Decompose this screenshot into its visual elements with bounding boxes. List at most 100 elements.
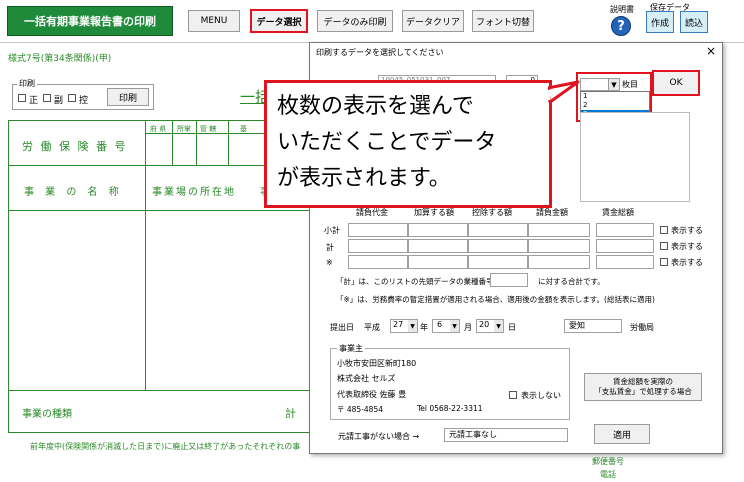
help-icon[interactable]: ? <box>611 16 631 36</box>
note-cell-1[interactable] <box>348 255 408 269</box>
year-value: 27 <box>393 320 404 329</box>
show-total-checkbox[interactable] <box>660 242 668 250</box>
subtotal-cell-4[interactable] <box>528 223 590 237</box>
main-title-button[interactable]: 一括有期事業報告書の印刷 <box>7 6 173 36</box>
data-list-box[interactable] <box>580 112 690 202</box>
ok-button[interactable]: OK <box>652 70 700 96</box>
year-select[interactable]: 27 ▼ <box>390 319 418 333</box>
callout-line-3: が表示されます。 <box>277 166 451 191</box>
labor-number-label: 労 働 保 険 番 号 <box>22 140 128 153</box>
show-note-checkbox[interactable] <box>660 258 668 266</box>
data-select-button[interactable]: データ選択 <box>250 9 308 33</box>
total-cell-1[interactable] <box>348 239 408 253</box>
toolbar: 一括有期事業報告書の印刷 MENU データ選択 データのみ印刷 データクリア フ… <box>0 0 744 42</box>
callout-pointer <box>548 80 580 104</box>
total-cell-4[interactable] <box>528 239 590 253</box>
col-header-2: 加算する額 <box>414 208 454 217</box>
note-cell-2[interactable] <box>408 255 468 269</box>
check-sei[interactable] <box>18 94 26 102</box>
show-total-label: 表示する <box>671 242 703 251</box>
wage-button-line1: 賃金総額を実際の <box>613 377 673 386</box>
data-only-print-button[interactable]: データのみ印刷 <box>317 10 393 32</box>
employer-tel: Tel 0568-22-3311 <box>417 404 483 413</box>
note-kei-prefix: 「計」は、このリストの先頭データの業種番号 <box>336 277 494 286</box>
day-select[interactable]: 20 ▼ <box>476 319 504 333</box>
labor-col-2 <box>172 120 173 165</box>
month-select[interactable]: 6 ▼ <box>432 319 460 333</box>
form-row-line-4 <box>8 432 313 433</box>
month-chevron-down-icon[interactable]: ▼ <box>450 320 459 332</box>
form-total-label: 計 <box>285 407 296 420</box>
bottom-right-tel: 電話 <box>600 470 616 479</box>
year-chevron-down-icon[interactable]: ▼ <box>408 320 417 332</box>
no-prime-value: 元請工事なし <box>449 430 497 439</box>
bureau-suffix: 労働局 <box>630 323 654 332</box>
row-subtotal-label: 小計 <box>324 226 340 235</box>
check-fuku-label: 副 <box>54 96 64 106</box>
subtotal-cell-5[interactable] <box>596 223 654 237</box>
dialog-close-button[interactable]: × <box>706 44 716 58</box>
note-cell-5[interactable] <box>596 255 654 269</box>
menu-button[interactable]: MENU <box>188 10 240 32</box>
hide-employer-label: 表示しない <box>521 391 561 400</box>
wage-total-button[interactable]: 賃金総額を実際の 「支払賃金」で処理する場合 <box>584 373 702 401</box>
no-prime-field[interactable]: 元請工事なし <box>444 428 568 442</box>
help-label: 説明書 <box>610 5 634 14</box>
check-fuku[interactable] <box>43 94 51 102</box>
employer-company: 株式会社 セルズ <box>337 374 396 383</box>
total-cell-3[interactable] <box>468 239 528 253</box>
show-subtotal-checkbox[interactable] <box>660 226 668 234</box>
bureau-value: 愛知 <box>569 321 585 330</box>
form-footer-note: 前年度中(保険関係が消滅した日まで)に廃止又は終了があったそれぞれの事 <box>30 442 301 451</box>
month-suffix: 月 <box>464 323 472 332</box>
note-kei-suffix: に対する合計です。 <box>538 277 605 286</box>
hide-employer-checkbox[interactable] <box>509 391 517 399</box>
show-note-label: 表示する <box>671 258 703 267</box>
col-header-5: 賃金総額 <box>602 208 634 217</box>
apply-button[interactable]: 適用 <box>594 424 650 444</box>
callout-box: 枚数の表示を選んで いただくことでデータ が表示されます。 <box>264 80 552 208</box>
submit-date-label: 提出日 <box>330 323 354 332</box>
note-kome: 「※」は、労務費率の暫定措置が適用される場合、適用後の金額を表示します。(総括表… <box>336 295 655 304</box>
dialog-title: 印刷するデータを選択してください <box>316 48 444 57</box>
no-prime-label: 元請工事がない場合 → <box>338 432 420 441</box>
bureau-field[interactable]: 愛知 <box>564 319 622 333</box>
bottom-right-zip: 郵便番号 <box>592 457 624 466</box>
era-label: 平成 <box>364 323 380 332</box>
subtotal-cell-1[interactable] <box>348 223 408 237</box>
day-value: 20 <box>479 320 490 329</box>
employer-group-label: 事業主 <box>337 343 365 354</box>
jigyo-kind-label: 事業の種類 <box>22 409 72 420</box>
print-button[interactable]: 印刷 <box>107 88 149 106</box>
total-cell-5[interactable] <box>596 239 654 253</box>
create-button[interactable]: 作成 <box>646 11 674 33</box>
day-chevron-down-icon[interactable]: ▼ <box>494 320 503 332</box>
month-value: 6 <box>437 320 443 329</box>
subtotal-cell-2[interactable] <box>408 223 468 237</box>
load-button[interactable]: 読込 <box>680 11 708 33</box>
row-total-label: 計 <box>326 243 334 252</box>
year-suffix: 年 <box>420 323 428 332</box>
industry-number-field[interactable] <box>490 273 528 287</box>
form-col-line-1 <box>145 120 146 390</box>
font-switch-button[interactable]: フォント切替 <box>472 10 534 32</box>
show-subtotal-label: 表示する <box>671 226 703 235</box>
note-cell-4[interactable] <box>528 255 590 269</box>
form-border-left <box>8 120 9 432</box>
employer-addr: 小牧市安田区新町180 <box>337 359 417 368</box>
check-hikae[interactable] <box>68 94 76 102</box>
data-clear-button[interactable]: データクリア <box>402 10 464 32</box>
total-cell-2[interactable] <box>408 239 468 253</box>
jigyo-addr-label: 事業場の所在地 <box>152 187 236 198</box>
employer-rep: 代表取締役 佐藤 豊 <box>337 390 407 399</box>
help-icon-glyph: ? <box>617 18 625 34</box>
note-cell-3[interactable] <box>468 255 528 269</box>
employer-zip: 〒 485-4854 <box>337 405 383 414</box>
print-group-label: 印刷 <box>17 78 37 89</box>
check-sei-label: 正 <box>29 96 39 106</box>
wage-button-line2: 「支払賃金」で処理する場合 <box>594 387 692 396</box>
subtotal-cell-3[interactable] <box>468 223 528 237</box>
labor-col-3 <box>196 120 197 165</box>
day-suffix: 日 <box>508 323 516 332</box>
print-group: 印刷 正 副 控 印刷 <box>12 78 154 110</box>
